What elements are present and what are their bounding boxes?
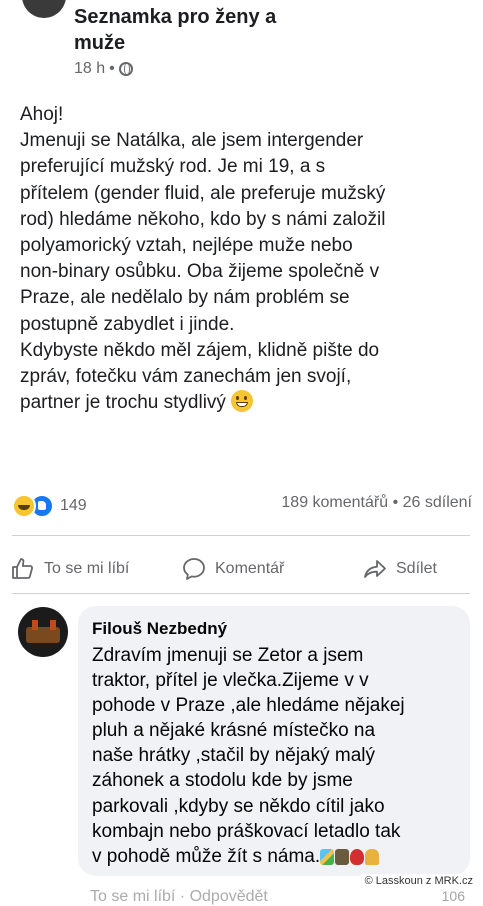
post-line: Praze, ale nedělalo by nám problém se — [20, 287, 350, 309]
post-last-line: partner je trochu stydlivý — [20, 390, 475, 416]
comment-line: parkovali ,kdyby se někdo cítil jako — [92, 795, 385, 817]
divider — [12, 593, 470, 594]
heart-emoji — [350, 848, 365, 865]
post-line: Ahoj! — [20, 104, 64, 125]
group-name-line2: muže — [74, 32, 126, 54]
like-button[interactable]: To se mi líbí — [10, 556, 129, 582]
post-body: Ahoj! Jmenuji se Natálka, ale jsem inter… — [20, 102, 475, 416]
group-name-line1: Seznamka pro ženy a — [74, 6, 277, 28]
comment-footer[interactable]: To se mi líbí · Odpovědět — [90, 888, 268, 906]
comment-icon — [183, 558, 205, 580]
post-line: Kdybyste někdo měl zájem, klidně pište d… — [20, 339, 380, 361]
people-emoji — [365, 848, 380, 865]
post-line: partner je trochu stydlivý — [20, 392, 226, 414]
comment-last-line: v pohodě může žít s náma. — [92, 844, 462, 872]
comment-button[interactable]: Komentář — [181, 556, 284, 582]
reaction-count: 149 — [60, 497, 87, 514]
meta-separator: • — [109, 60, 115, 77]
comment-line: pohode v Praze ,ale hledáme nějakej — [92, 695, 405, 717]
comment-text: Zdravím jmenuji se Zetor a jsem traktor,… — [92, 643, 462, 872]
comment-line: Zdravím jmenuji se Zetor a jsem — [92, 645, 364, 666]
post-meta: 18 h • — [74, 60, 133, 78]
haha-reaction-icon — [12, 494, 36, 518]
post-line: polyamorický vztah, nejlépe muže nebo — [20, 235, 353, 257]
reaction-summary[interactable]: 149 — [12, 494, 87, 518]
divider — [12, 535, 470, 536]
post-line: Jmenuji se Natálka, ale jsem intergender — [20, 130, 364, 152]
tractor-emoji — [335, 848, 350, 865]
share-label: Sdílet — [396, 560, 437, 577]
like-label: To se mi líbí — [44, 560, 130, 577]
comment-line: záhonek a stodolu kde by jsme — [92, 770, 353, 792]
post-header: Seznamka pro ženy a muže 18 h • — [0, 0, 483, 90]
commenter-avatar[interactable] — [18, 607, 68, 657]
comment-line: kombajn nebo práškovací letadlo tak — [92, 820, 401, 842]
group-name[interactable]: Seznamka pro ženy a muže — [74, 4, 334, 56]
comment-reaction-count[interactable]: 106 — [442, 888, 465, 904]
share-button[interactable]: Sdílet — [362, 556, 437, 582]
post-line: postupně zabydlet i jinde. — [20, 313, 235, 335]
post-stats: 149 189 komentářů • 26 sdílení — [12, 494, 472, 518]
post-line: preferující mužský rod. Je mi 19, a s — [20, 156, 326, 178]
comment-line: naše hrátky ,stačil by nějaký malý — [92, 745, 376, 767]
post-line: zpráv, fotečku vám zanechám jen svojí, — [20, 366, 352, 388]
action-bar: To se mi líbí Komentář Sdílet — [0, 548, 483, 588]
post-time[interactable]: 18 h — [74, 60, 105, 78]
emoji-group — [320, 847, 380, 872]
comment-line: v pohodě může žít s náma. — [92, 845, 321, 867]
thumbs-up-icon — [12, 558, 33, 579]
post-line: přítelem (gender fluid, ale preferuje mu… — [20, 182, 386, 204]
post-line: non-binary osůbku. Oba žijeme společně v — [20, 261, 380, 283]
comment-line: pluh a nějaké krásné místečko na — [92, 720, 376, 742]
group-avatar[interactable] — [22, 0, 66, 18]
comment-line: traktor, přítel je vlečka.Zijeme v v — [92, 670, 369, 692]
comments-shares-count[interactable]: 189 komentářů • 26 sdílení — [281, 494, 472, 512]
grin-emoji — [231, 390, 254, 413]
watermark: © Lasskoun z MRK.cz — [360, 874, 477, 888]
globe-icon — [118, 62, 133, 76]
share-icon — [364, 560, 386, 578]
rainbow-flag-emoji — [320, 848, 335, 865]
comment-author[interactable]: Filouš Nezbedný — [92, 619, 227, 639]
post-line: rod) hledáme někoho, kdo by s námi založ… — [20, 208, 386, 230]
comment-label: Komentář — [215, 560, 285, 577]
